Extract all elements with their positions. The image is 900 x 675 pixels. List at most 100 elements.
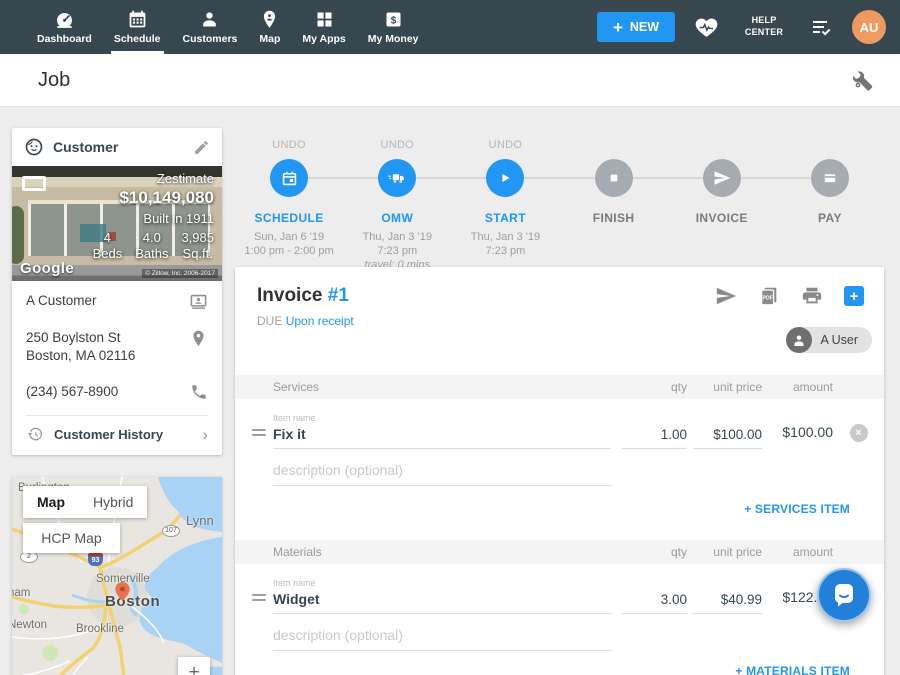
assigned-user-chip[interactable]: A User: [786, 327, 872, 353]
step-dates: Thu, Jan 3 '197:23 pm: [471, 230, 540, 258]
photo-plant: [12, 206, 24, 264]
line-amount: $100.00: [762, 424, 833, 449]
finish-step-button[interactable]: [595, 159, 633, 197]
col-qty: qty: [611, 545, 687, 559]
qty-input[interactable]: [622, 424, 687, 449]
item-name-input[interactable]: [273, 588, 611, 614]
drag-handle[interactable]: [252, 429, 269, 449]
location-pin-icon[interactable]: [189, 329, 208, 348]
customer-phone: (234) 567-8900: [26, 383, 118, 401]
map-type-hybrid-button[interactable]: Hybrid: [79, 486, 147, 518]
route-107-shield: 107: [162, 525, 180, 537]
due-terms-link[interactable]: Upon receipt: [286, 314, 354, 328]
nav-item-map[interactable]: Map: [248, 0, 291, 54]
nav-item-my-apps[interactable]: My Apps: [291, 0, 356, 54]
undo-link[interactable]: UNDO: [380, 139, 414, 153]
add-invoice-button[interactable]: +: [844, 286, 864, 306]
print-icon[interactable]: [801, 285, 823, 307]
map-label: Lynn: [186, 513, 214, 528]
add-materials-item-link[interactable]: + MATERIALS ITEM: [235, 664, 884, 675]
credit-card-icon[interactable]: [811, 159, 849, 197]
unit-price-input[interactable]: [693, 589, 762, 614]
truck-icon: [387, 168, 407, 188]
timeline-step-omw: UNDO OMW Thu, Jan 3 '197:23 pmtravel: 0 …: [343, 139, 451, 272]
zestimate-overlay: Zestimate $10,149,080 Built in 1911 4Bed…: [93, 171, 214, 262]
material-line-item: Item name $122.97 ×: [235, 578, 884, 614]
add-services-item-link[interactable]: + SERVICES ITEM: [235, 502, 884, 516]
job-settings-wrench-icon[interactable]: [852, 69, 874, 91]
new-button[interactable]: + NEW: [597, 12, 675, 42]
map-label: Newton: [12, 619, 47, 631]
page-title: Job: [38, 69, 70, 92]
apps-grid-icon: [314, 9, 335, 30]
heart-pulse-icon[interactable]: [694, 15, 719, 40]
description-input[interactable]: [273, 459, 611, 486]
contact-card-icon[interactable]: [189, 292, 208, 311]
start-step-button[interactable]: [486, 159, 524, 197]
map-widget[interactable]: Burlington Lynn Somerville Boston ham Ne…: [12, 477, 222, 675]
step-dates: Sun, Jan 6 '191:00 pm - 2:00 pm: [244, 230, 333, 258]
description-input[interactable]: [273, 624, 611, 651]
map-pin-icon: [259, 9, 280, 30]
delete-item-button[interactable]: ×: [850, 424, 868, 442]
undo-link[interactable]: UNDO: [272, 139, 306, 153]
hcp-map-button[interactable]: HCP Map: [23, 523, 120, 553]
phone-icon[interactable]: [190, 383, 208, 401]
undo-link[interactable]: UNDO: [489, 139, 523, 153]
qty-input[interactable]: [622, 589, 687, 614]
customer-history-link[interactable]: Customer History ›: [12, 416, 222, 455]
page-header: Job: [0, 54, 900, 107]
map-type-map-button[interactable]: Map: [23, 486, 79, 518]
step-dates: Thu, Jan 3 '197:23 pmtravel: 0 mins: [363, 230, 432, 272]
map-type-buttons: Map Hybrid: [23, 486, 147, 518]
pdf-icon[interactable]: PDF: [758, 285, 780, 307]
zillow-copyright: © Zillow, Inc. 2006-2017: [142, 269, 218, 278]
nav-item-dashboard[interactable]: Dashboard: [26, 0, 103, 54]
map-label: Brookline: [76, 623, 124, 635]
schedule-step-button[interactable]: [270, 159, 308, 197]
nav-item-my-money[interactable]: $ My Money: [357, 0, 430, 54]
streetview-pano-icon[interactable]: [22, 176, 46, 191]
unit-price-input[interactable]: [693, 424, 762, 449]
task-list-icon[interactable]: [809, 15, 833, 39]
item-name-input[interactable]: [273, 423, 611, 449]
nav-item-schedule[interactable]: Schedule: [103, 0, 172, 54]
chevron-right-icon: ›: [202, 426, 208, 443]
description-row: [235, 624, 884, 651]
stat-beds: 4Beds: [93, 230, 123, 262]
nav-item-customers[interactable]: Customers: [172, 0, 249, 54]
edit-pencil-icon[interactable]: [193, 139, 210, 156]
customer-history-label: Customer History: [54, 427, 192, 442]
materials-header-band: Materials qty unit price amount: [235, 540, 884, 564]
property-photo: Zestimate $10,149,080 Built in 1911 4Bed…: [12, 166, 222, 281]
main-column: UNDO SCHEDULE Sun, Jan 6 '191:00 pm - 2:…: [235, 107, 884, 272]
zoom-in-button[interactable]: +: [178, 657, 210, 675]
drag-handle[interactable]: [252, 594, 269, 614]
due-line: DUE Upon receipt: [257, 314, 864, 328]
nav-label: Map: [259, 33, 280, 45]
stat-baths: 4.0Baths: [135, 230, 168, 262]
job-timeline: UNDO SCHEDULE Sun, Jan 6 '191:00 pm - 2:…: [235, 107, 884, 272]
nav-right: + NEW HELP CENTER AU: [597, 10, 900, 44]
omw-step-button[interactable]: [378, 159, 416, 197]
send-invoice-icon[interactable]: [715, 285, 737, 307]
invoice-step-button[interactable]: [703, 159, 741, 197]
col-unit-price: unit price: [687, 545, 762, 559]
nav-label: Schedule: [114, 33, 161, 45]
zestimate-label: Zestimate: [93, 171, 214, 186]
step-label: FINISH: [593, 211, 635, 225]
col-qty: qty: [611, 380, 687, 394]
timeline-step-start: UNDO START Thu, Jan 3 '197:23 pm: [451, 139, 559, 272]
help-center-link[interactable]: HELP CENTER: [738, 15, 790, 38]
left-column: Customer Zestimate $10,149,080 Built in …: [12, 128, 222, 675]
chat-bubble-button[interactable]: [817, 568, 871, 622]
step-label: OMW: [381, 211, 413, 225]
dollar-icon: $: [383, 9, 404, 30]
customer-card-title: Customer: [53, 139, 184, 155]
play-icon: [496, 169, 514, 187]
timeline-step-schedule: UNDO SCHEDULE Sun, Jan 6 '191:00 pm - 2:…: [235, 139, 343, 272]
map-label-boston: Boston: [105, 593, 160, 610]
customer-name-row: A Customer: [26, 283, 208, 320]
user-avatar[interactable]: AU: [852, 10, 886, 44]
col-unit-price: unit price: [687, 380, 762, 394]
